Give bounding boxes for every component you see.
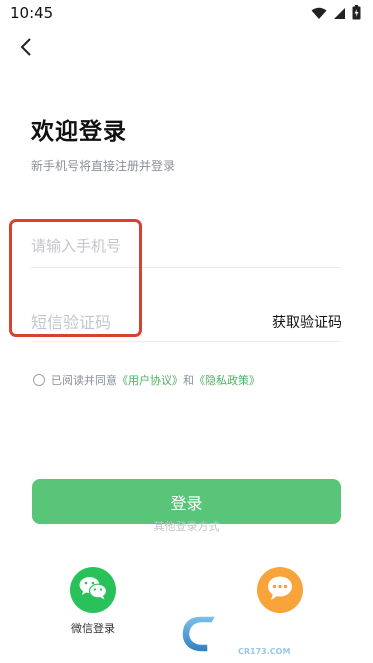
message-icon [266,575,294,605]
agreement-row: 已阅读并同意 《用户协议》 和 《隐私政策》 [33,372,260,388]
svg-text:CR173.COM: CR173.COM [238,647,290,656]
back-button[interactable] [13,36,39,62]
agreement-and: 和 [183,374,194,387]
watermark-logo: 西西软件园 CR173.COM [178,608,358,658]
login-screen: 10:45 欢迎登录 新手机号将直接注册并登录 请输入手机号 短信验证码 获取验… [0,0,373,663]
agreement-prefix: 已阅读并同意 [51,374,117,387]
message-login-button[interactable] [257,567,303,613]
status-time: 10:45 [10,4,54,22]
get-code-button[interactable]: 获取验证码 [272,312,342,332]
highlight-box [9,219,142,337]
wechat-login-button[interactable] [70,567,116,613]
chevron-left-icon [19,37,33,61]
agreement-checkbox[interactable] [33,374,45,386]
status-icons [311,5,361,24]
wechat-icon [78,575,108,605]
wifi-icon [311,5,327,24]
divider [31,341,341,342]
page-subtitle: 新手机号将直接注册并登录 [31,159,176,173]
status-bar: 10:45 [0,0,373,28]
battery-icon [352,5,361,24]
page-title: 欢迎登录 [31,119,127,145]
wechat-login-label: 微信登录 [71,622,115,635]
other-login-methods-label: 其他登录方式 [153,520,220,533]
privacy-policy-link[interactable]: 《隐私政策》 [194,372,260,388]
user-agreement-link[interactable]: 《用户协议》 [117,372,183,388]
svg-text:西西软件园: 西西软件园 [216,623,316,647]
signal-icon [333,5,346,24]
